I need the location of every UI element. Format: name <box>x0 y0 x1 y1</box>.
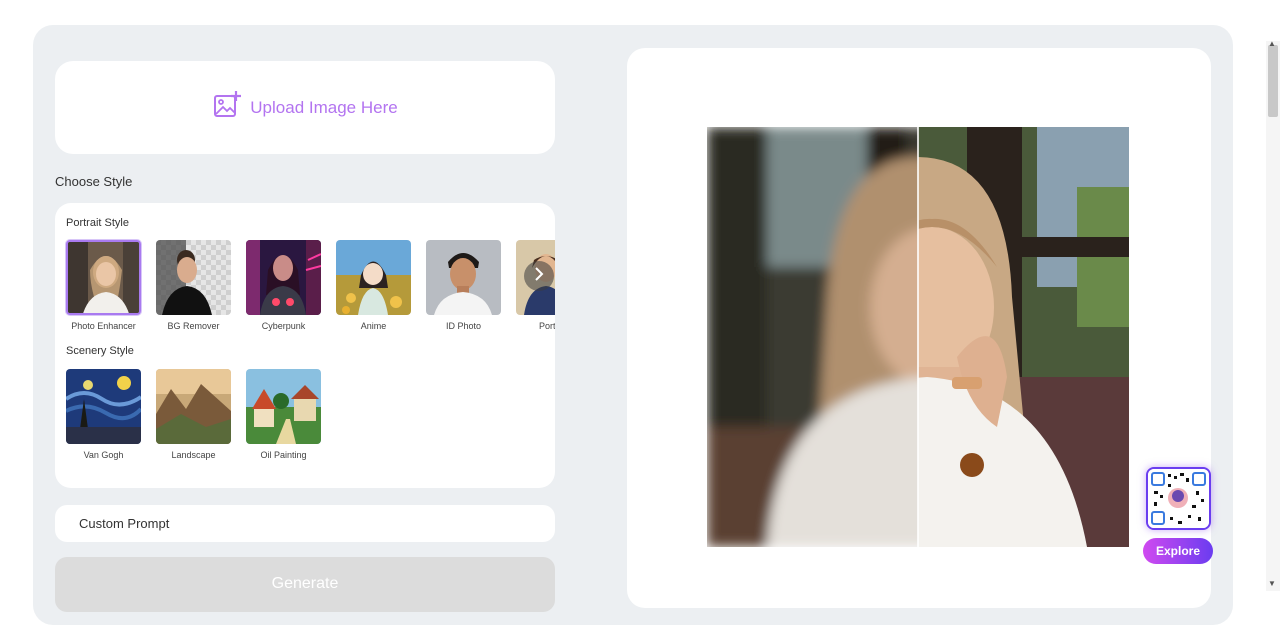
upload-label: Upload Image Here <box>250 97 398 117</box>
anime-thumbnail <box>336 240 411 315</box>
style-label: Anime <box>360 321 387 331</box>
id-photo-thumbnail <box>426 240 501 315</box>
style-landscape[interactable]: Landscape <box>156 369 231 460</box>
add-image-icon <box>212 90 242 125</box>
photo-enhancer-thumbnail <box>66 240 141 315</box>
style-picker: Portrait Style Photo Enhancer BG Remover… <box>55 203 555 488</box>
style-van-gogh[interactable]: Van Gogh <box>66 369 141 460</box>
explore-button[interactable]: Explore <box>1143 538 1213 564</box>
style-label: Portrait <box>538 321 555 331</box>
style-label: Landscape <box>171 450 216 460</box>
style-label: Van Gogh <box>83 450 124 460</box>
carousel-next-button[interactable] <box>524 261 554 291</box>
style-label: Photo Enhancer <box>71 321 136 331</box>
style-label: Oil Painting <box>260 450 307 460</box>
oil-painting-thumbnail <box>246 369 321 444</box>
style-label: BG Remover <box>167 321 220 331</box>
generate-button[interactable]: Generate <box>55 557 555 612</box>
style-oil-painting[interactable]: Oil Painting <box>246 369 321 460</box>
chevron-right-icon <box>532 266 546 286</box>
style-cyberpunk[interactable]: Cyberpunk <box>246 240 321 331</box>
van-gogh-thumbnail <box>66 369 141 444</box>
vertical-scrollbar[interactable] <box>1266 41 1280 591</box>
upload-image-button[interactable]: Upload Image Here <box>55 61 555 154</box>
custom-prompt-field[interactable] <box>55 505 555 542</box>
portrait-style-row: Photo Enhancer BG Remover Cyberpunk Anim… <box>66 240 555 331</box>
scroll-up-arrow-icon[interactable]: ▲ <box>1268 39 1276 48</box>
scrollbar-thumb[interactable] <box>1268 45 1278 117</box>
qr-code-image <box>1146 467 1211 530</box>
style-label: Cyberpunk <box>261 321 306 331</box>
portrait-style-heading: Portrait Style <box>66 217 129 229</box>
style-bg-remover[interactable]: BG Remover <box>156 240 231 331</box>
style-anime[interactable]: Anime <box>336 240 411 331</box>
bg-remover-thumbnail <box>156 240 231 315</box>
style-id-photo[interactable]: ID Photo <box>426 240 501 331</box>
cyberpunk-thumbnail <box>246 240 321 315</box>
scroll-down-arrow-icon[interactable]: ▼ <box>1268 579 1276 588</box>
scenery-style-heading: Scenery Style <box>66 345 134 357</box>
style-photo-enhancer[interactable]: Photo Enhancer <box>66 240 141 331</box>
scenery-style-row: Van Gogh Landscape Oil Painting <box>66 369 321 460</box>
custom-prompt-input[interactable] <box>77 515 521 532</box>
landscape-thumbnail <box>156 369 231 444</box>
style-label: ID Photo <box>445 321 482 331</box>
comparison-divider[interactable] <box>917 127 919 547</box>
choose-style-heading: Choose Style <box>55 174 133 189</box>
